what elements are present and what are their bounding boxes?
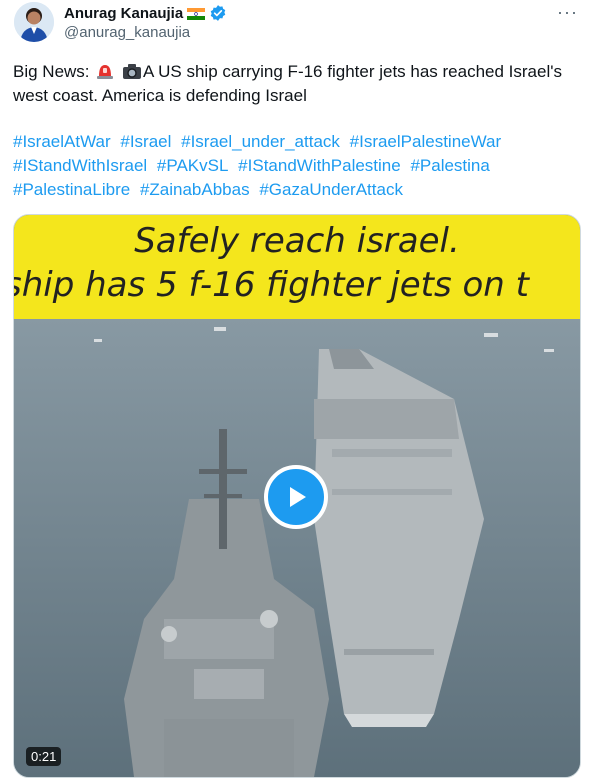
tweet-text: Big News: A US ship carrying F-16 fighte…: [13, 60, 583, 108]
video-player[interactable]: Safely reach israel. ship has 5 f-16 fig…: [13, 214, 581, 778]
hashtag-link[interactable]: #IsraelAtWar: [13, 132, 111, 151]
avatar[interactable]: [14, 2, 54, 42]
author-display-name[interactable]: Anurag Kanaujia: [64, 5, 183, 22]
video-caption-band: Safely reach israel. ship has 5 f-16 fig…: [14, 215, 580, 319]
hashtag-link[interactable]: #GazaUnderAttack: [259, 180, 403, 199]
tweet-text-prefix: Big News:: [13, 62, 90, 81]
india-flag-icon: [187, 7, 206, 20]
author-handle[interactable]: @anurag_kanaujia: [64, 24, 190, 41]
hashtag-list: #IsraelAtWar #Israel #Israel_under_attac…: [13, 130, 583, 202]
hashtag-link[interactable]: #Israel_under_attack: [181, 132, 340, 151]
video-duration-badge: 0:21: [26, 747, 62, 766]
play-icon: [290, 487, 306, 507]
camera-emoji-icon: [122, 62, 142, 80]
video-frame-ships: [14, 319, 580, 777]
author-name-row: Anurag Kanaujia: [64, 4, 227, 22]
play-button[interactable]: [264, 465, 328, 529]
video-caption-line-1: Safely reach israel.: [134, 221, 460, 261]
video-caption-line-2: ship has 5 f-16 fighter jets on t: [13, 265, 529, 305]
verified-badge-icon[interactable]: [209, 4, 227, 22]
hashtag-link[interactable]: #ZainabAbbas: [140, 180, 250, 199]
hashtag-link[interactable]: #Palestina: [410, 156, 489, 175]
hashtag-link[interactable]: #IStandWithIsrael: [13, 156, 147, 175]
hashtag-link[interactable]: #PAKvSL: [157, 156, 229, 175]
hashtag-link[interactable]: #IsraelPalestineWar: [350, 132, 502, 151]
police-light-emoji-icon: [95, 62, 115, 80]
hashtag-link[interactable]: #Israel: [120, 132, 171, 151]
hashtag-link[interactable]: #PalestinaLibre: [13, 180, 130, 199]
hashtag-link[interactable]: #IStandWithPalestine: [238, 156, 401, 175]
more-options-button[interactable]: ···: [557, 2, 578, 23]
